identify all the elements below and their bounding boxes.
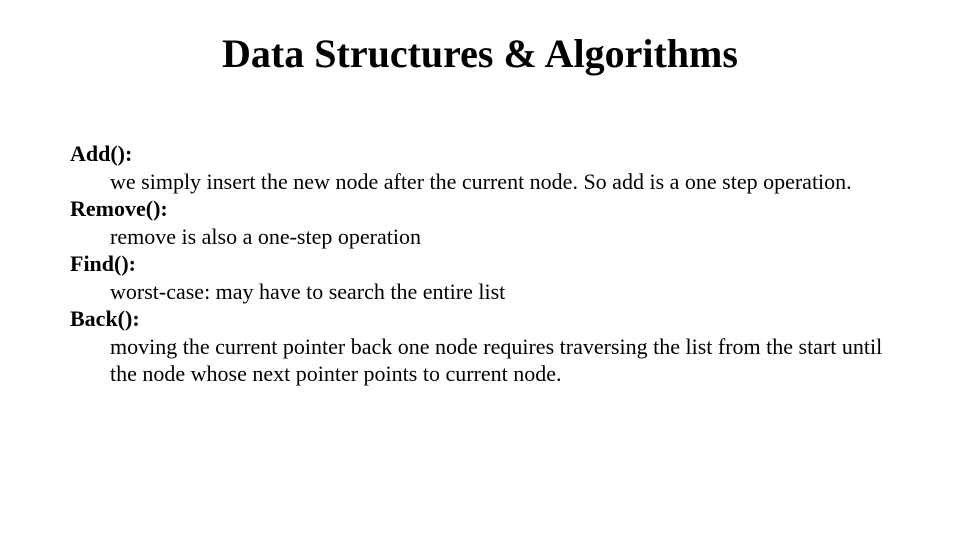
slide: Data Structures & Algorithms Add(): we s… — [0, 0, 960, 540]
definition-item: Find(): worst-case: may have to search t… — [70, 250, 890, 305]
definition-item: Add(): we simply insert the new node aft… — [70, 140, 890, 195]
term-label: Back(): — [70, 305, 890, 333]
definition-item: Remove(): remove is also a one-step oper… — [70, 195, 890, 250]
term-label: Remove(): — [70, 195, 890, 223]
term-description: we simply insert the new node after the … — [110, 168, 890, 196]
term-label: Find(): — [70, 250, 890, 278]
term-description: worst-case: may have to search the entir… — [110, 278, 890, 306]
definition-item: Back(): moving the current pointer back … — [70, 305, 890, 388]
slide-title: Data Structures & Algorithms — [0, 30, 960, 77]
term-description: moving the current pointer back one node… — [110, 333, 890, 388]
term-label: Add(): — [70, 140, 890, 168]
slide-body: Add(): we simply insert the new node aft… — [70, 140, 890, 388]
term-description: remove is also a one-step operation — [110, 223, 890, 251]
